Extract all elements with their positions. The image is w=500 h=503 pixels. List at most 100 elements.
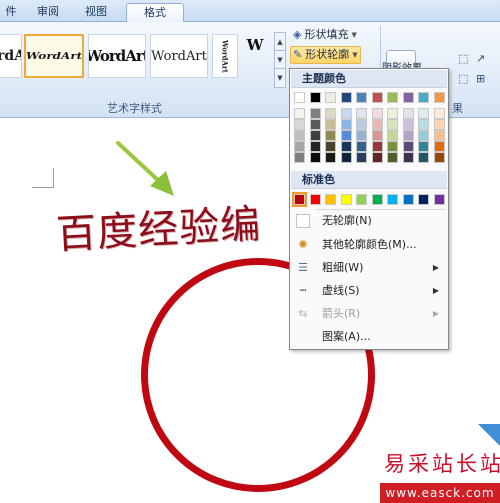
wordart-styles-group-label: 艺术字样式 [107,102,162,115]
standard-color-swatch[interactable] [292,192,307,207]
theme-shade-swatch[interactable] [387,152,398,163]
scroll-up-icon[interactable]: ▲ [275,33,285,51]
send-backward-icon[interactable]: ⬚ [458,72,468,85]
theme-shade-swatch[interactable] [371,152,383,163]
wordart-style-3[interactable]: WordArt [88,34,146,78]
standard-color-swatch[interactable] [418,194,429,205]
theme-shade-swatch[interactable] [387,141,398,152]
theme-shade-swatch[interactable] [309,108,321,119]
theme-shade-swatch[interactable] [418,108,429,119]
wordart-object[interactable]: 百度经验编 [55,190,298,262]
theme-shade-swatch[interactable] [340,108,352,119]
theme-color-swatch[interactable] [325,92,336,103]
dashes-item[interactable]: ┅ 虚线(S) ▶ [291,280,447,302]
theme-shade-swatch[interactable] [418,119,429,130]
theme-shade-swatch[interactable] [356,130,367,141]
theme-shade-swatch[interactable] [325,152,336,163]
wordart-style-2[interactable]: WordArt [24,34,84,78]
theme-shade-swatch[interactable] [309,141,321,152]
theme-shade-swatch[interactable] [325,108,336,119]
theme-shade-swatch[interactable] [371,130,383,141]
theme-shade-swatch[interactable] [433,108,445,119]
theme-shade-swatch[interactable] [402,119,414,130]
theme-color-swatch[interactable] [433,92,445,103]
standard-color-swatch[interactable] [325,194,336,205]
pattern-item[interactable]: 图案(A)... [291,326,447,348]
theme-color-swatch[interactable] [402,92,414,103]
theme-shade-swatch[interactable] [294,108,305,119]
theme-color-swatch[interactable] [418,92,429,103]
wordart-style-6[interactable]: W [240,34,270,78]
shape-outline-button[interactable]: ✎ 形状轮廓 ▼ [290,46,361,64]
weight-item[interactable]: ☰ 粗细(W) ▶ [291,257,447,279]
standard-color-swatch[interactable] [340,194,352,205]
theme-shade-swatch[interactable] [309,119,321,130]
wordart-style-label: W [246,36,264,54]
theme-color-swatch[interactable] [356,92,367,103]
theme-shade-swatch[interactable] [433,141,445,152]
theme-shade-swatch[interactable] [387,130,398,141]
standard-color-swatch[interactable] [371,194,383,205]
more-outline-colors-item[interactable]: ✺ 其他轮廓颜色(M)... [291,234,447,256]
theme-shade-swatch[interactable] [418,130,429,141]
theme-shade-swatch[interactable] [325,119,336,130]
tab-format[interactable]: 格式 [126,3,184,23]
rotate-icon[interactable]: ↗ [476,52,485,65]
theme-shade-swatch[interactable] [433,152,445,163]
arrows-icon: ⇆ [298,307,308,320]
standard-color-swatch[interactable] [309,194,321,205]
tab-file[interactable]: 件 [0,3,22,22]
theme-shade-swatch[interactable] [325,130,336,141]
theme-shade-swatch[interactable] [309,152,321,163]
wordart-style-5[interactable]: WordArt [212,34,238,78]
theme-shade-swatch[interactable] [294,130,305,141]
theme-shade-swatch[interactable] [294,141,305,152]
theme-shade-swatch[interactable] [402,130,414,141]
theme-shade-swatch[interactable] [371,119,383,130]
theme-shade-swatch[interactable] [418,152,429,163]
theme-shade-swatch[interactable] [340,130,352,141]
standard-color-swatch[interactable] [387,194,398,205]
theme-shade-swatch[interactable] [325,141,336,152]
theme-shade-swatch[interactable] [433,130,445,141]
theme-shade-swatch[interactable] [402,108,414,119]
theme-shade-swatch[interactable] [356,119,367,130]
tab-view[interactable]: 视图 [74,3,118,22]
standard-color-swatch[interactable] [433,194,445,205]
theme-shade-swatch[interactable] [294,152,305,163]
wordart-style-1[interactable]: WordArt [0,34,22,78]
standard-color-swatch[interactable] [356,194,367,205]
theme-color-swatch[interactable] [387,92,398,103]
theme-shade-swatch[interactable] [402,152,414,163]
tab-review[interactable]: 审阅 [28,3,68,22]
theme-shade-swatch[interactable] [294,119,305,130]
theme-shade-swatch[interactable] [387,108,398,119]
theme-shade-swatch[interactable] [371,108,383,119]
shape-fill-button[interactable]: ◈ 形状填充 ▼ [293,26,357,44]
no-outline-item[interactable]: 无轮廓(N) [291,210,447,232]
wordart-style-4[interactable]: WordArt [150,34,208,78]
align-icon[interactable]: ⊞ [476,72,485,85]
theme-shade-swatch[interactable] [340,141,352,152]
theme-shade-swatch[interactable] [356,108,367,119]
theme-shade-swatch[interactable] [340,152,352,163]
theme-shade-swatch[interactable] [371,141,383,152]
theme-shade-swatch[interactable] [433,119,445,130]
standard-color-swatch[interactable] [402,194,414,205]
theme-shade-swatch[interactable] [356,152,367,163]
theme-color-swatch[interactable] [294,92,305,103]
theme-shade-swatch[interactable] [402,141,414,152]
bring-forward-icon[interactable]: ⬚ [458,52,468,65]
theme-shade-swatch[interactable] [387,119,398,130]
theme-shade-swatch[interactable] [309,130,321,141]
gallery-scrollbar[interactable]: ▲ ▼ ▼ [274,32,286,88]
theme-shade-swatch[interactable] [418,141,429,152]
theme-color-swatch[interactable] [309,92,321,103]
shape-outline-menu: 主题颜色 标准色 无轮廓(N) ✺ 其他轮廓颜色(M)... ☰ 粗细(W) ▶… [289,68,449,350]
theme-shade-swatch[interactable] [356,141,367,152]
theme-color-swatch[interactable] [340,92,352,103]
gallery-more-icon[interactable]: ▼ [275,69,285,87]
scroll-down-icon[interactable]: ▼ [275,51,285,69]
theme-shade-swatch[interactable] [340,119,352,130]
theme-color-swatch[interactable] [371,92,383,103]
